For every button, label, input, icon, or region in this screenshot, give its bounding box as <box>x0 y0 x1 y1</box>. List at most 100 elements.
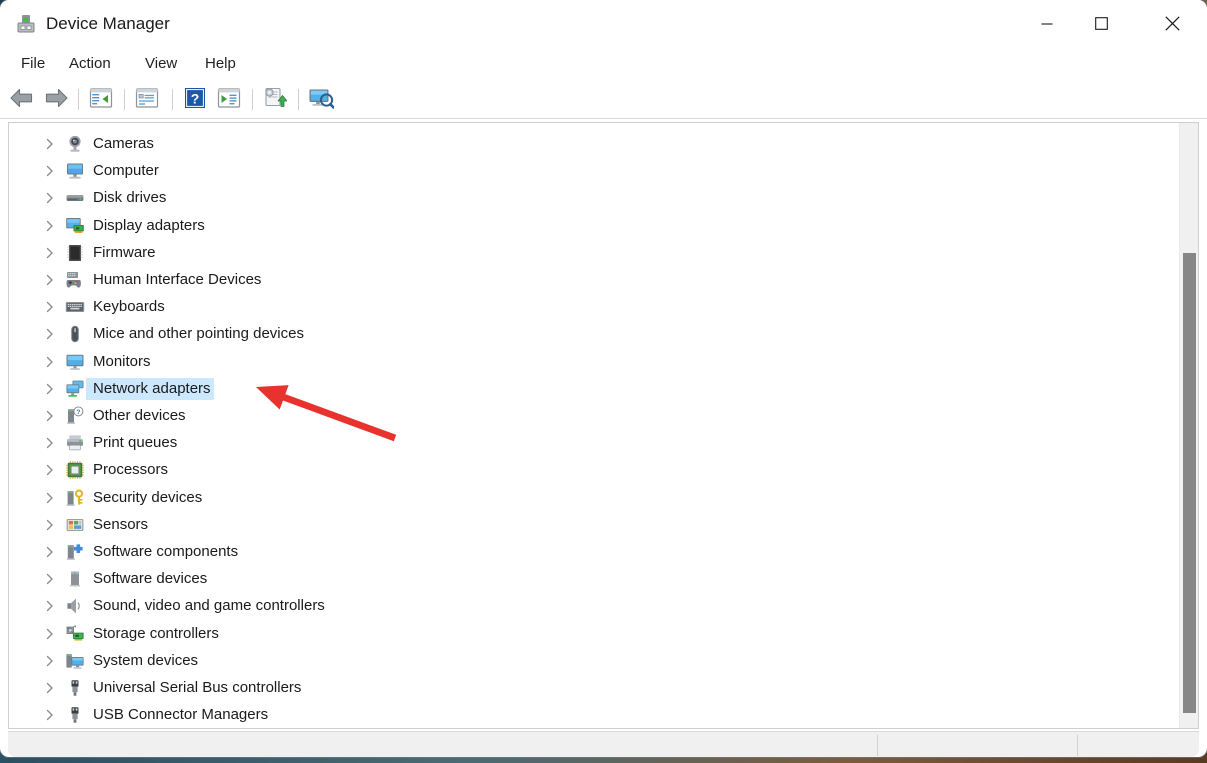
storage-controller-icon <box>64 624 86 644</box>
show-hide-console-tree[interactable] <box>87 86 115 114</box>
chevron-right-icon[interactable] <box>39 519 61 531</box>
chevron-right-icon[interactable] <box>39 600 61 612</box>
svg-text:?: ? <box>76 409 80 416</box>
tree-item[interactable]: System devices <box>9 649 201 673</box>
minimize-icon[interactable] <box>1024 0 1070 47</box>
software-device-icon <box>64 569 86 589</box>
chevron-right-icon[interactable] <box>39 301 61 313</box>
tree-item-label: Print queues <box>93 434 178 452</box>
tree-item[interactable]: Software components <box>9 540 241 564</box>
usb-icon <box>64 705 86 725</box>
console-tree-icon <box>89 87 113 114</box>
tree-item[interactable]: Sound, video and game controllers <box>9 594 328 618</box>
chevron-right-icon[interactable] <box>39 709 61 721</box>
chevron-right-icon[interactable] <box>39 220 61 232</box>
tree-item[interactable]: Processors <box>9 458 171 482</box>
chevron-right-icon[interactable] <box>39 383 61 395</box>
chevron-right-icon[interactable] <box>39 165 61 177</box>
tree-item-selected[interactable]: Network adapters <box>9 377 214 401</box>
chevron-right-icon[interactable] <box>39 492 61 504</box>
menu-item-file[interactable]: File <box>12 47 54 81</box>
chevron-right-icon[interactable] <box>39 356 61 368</box>
network-adapter-icon <box>64 379 86 399</box>
status-bar-separator <box>877 735 878 756</box>
tree-item-label: Monitors <box>93 352 151 370</box>
tree-item[interactable]: Security devices <box>9 486 205 510</box>
tree-item[interactable]: Display adapters <box>9 214 208 238</box>
tree-item[interactable]: Mice and other pointing devices <box>9 322 307 346</box>
device-manager-window: Device Manager File Action View Help ? Came… <box>0 0 1207 757</box>
menu-item-help[interactable]: Help <box>196 47 245 81</box>
title-bar[interactable]: Device Manager <box>0 0 1207 47</box>
update-driver-icon <box>263 87 288 114</box>
tree-item-label: Cameras <box>93 135 154 152</box>
system-device-icon <box>64 651 86 671</box>
processor-icon <box>64 460 86 480</box>
tree-item[interactable]: Monitors <box>9 350 154 374</box>
close-icon[interactable] <box>1149 0 1195 47</box>
tree-item-label: Software components <box>93 543 239 560</box>
chevron-right-icon[interactable] <box>39 328 61 340</box>
tree-item[interactable]: Firmware <box>9 241 159 265</box>
add-legacy-hardware[interactable] <box>307 86 335 114</box>
tree-item-label: Mice and other pointing devices <box>93 325 304 343</box>
tree-item[interactable]: Universal Serial Bus controllers <box>9 676 304 700</box>
help-question-icon: ? <box>184 87 206 114</box>
back-button[interactable] <box>8 86 36 114</box>
vertical-scrollbar[interactable] <box>1179 123 1198 728</box>
tree-item[interactable]: ? Other devices <box>9 404 189 428</box>
tree-item-label: Sensors <box>93 515 149 533</box>
menu-item-view[interactable]: View <box>136 47 186 81</box>
device-tree: Cameras Computer Disk drives Display adapte… <box>9 123 1179 728</box>
tree-item[interactable]: Keyboards <box>9 295 168 319</box>
scrollbar-thumb[interactable] <box>1183 253 1196 713</box>
properties-button[interactable] <box>133 86 161 114</box>
chevron-right-icon[interactable] <box>39 192 61 204</box>
tree-item[interactable]: Computer <box>9 159 162 183</box>
tree-item-label: Other devices <box>93 407 186 424</box>
scan-hardware-icon <box>217 87 241 114</box>
tree-item-label: Software devices <box>93 570 208 588</box>
tree-item[interactable]: Print queues <box>9 431 180 455</box>
mouse-icon <box>64 324 86 344</box>
help-button[interactable]: ? <box>181 86 209 114</box>
svg-text:?: ? <box>191 90 200 106</box>
tree-item[interactable]: Disk drives <box>9 186 169 210</box>
tree-item[interactable]: Software devices <box>9 567 210 591</box>
hid-gamepad-icon <box>64 270 86 290</box>
tree-item[interactable]: USB Connector Managers <box>9 703 271 727</box>
tree-item-label: Keyboards <box>93 298 165 316</box>
tree-item[interactable]: Human Interface Devices <box>9 268 264 292</box>
chevron-right-icon[interactable] <box>39 138 61 150</box>
chevron-right-icon[interactable] <box>39 274 61 286</box>
chevron-right-icon[interactable] <box>39 655 61 667</box>
chevron-right-icon[interactable] <box>39 573 61 585</box>
keyboard-icon <box>64 297 86 317</box>
chevron-right-icon[interactable] <box>39 546 61 558</box>
forward-button[interactable] <box>42 86 70 114</box>
scan-hardware-changes[interactable] <box>215 86 243 114</box>
chevron-right-icon[interactable] <box>39 628 61 640</box>
tree-item-label: USB Connector Managers <box>93 706 269 724</box>
chevron-right-icon[interactable] <box>39 682 61 694</box>
chevron-right-icon[interactable] <box>39 437 61 449</box>
menu-item-action[interactable]: Action <box>60 47 120 81</box>
tree-item[interactable]: Sensors <box>9 513 151 537</box>
firmware-chip-icon <box>64 243 86 263</box>
device-manager-icon <box>14 12 38 36</box>
chevron-right-icon[interactable] <box>39 247 61 259</box>
status-bar-separator <box>1077 735 1078 756</box>
tree-item-label: Security devices <box>93 488 203 506</box>
maximize-icon[interactable] <box>1078 0 1124 47</box>
update-driver-button[interactable] <box>261 86 289 114</box>
security-device-icon <box>64 488 86 508</box>
tree-item[interactable]: Storage controllers <box>9 622 222 646</box>
software-component-icon <box>64 542 86 562</box>
chevron-right-icon[interactable] <box>39 464 61 476</box>
tree-item[interactable]: Cameras <box>9 132 157 156</box>
camera-icon <box>64 134 86 154</box>
toolbar: ? <box>0 81 1207 119</box>
tree-item-label: Disk drives <box>93 189 167 207</box>
chevron-right-icon[interactable] <box>39 410 61 422</box>
printer-icon <box>64 433 86 453</box>
